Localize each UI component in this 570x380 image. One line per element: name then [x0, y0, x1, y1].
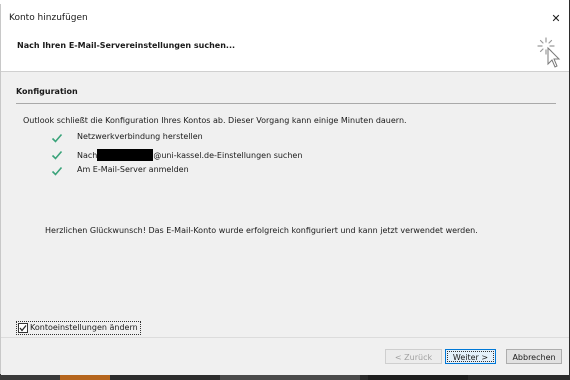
success-message: Herzlichen Glückwunsch! Das E-Mail-Konto…	[45, 226, 478, 235]
close-icon[interactable]: ✕	[547, 11, 565, 27]
checkbox-label: Kontoeinstellungen ändern	[30, 323, 138, 332]
step-label-prefix: Nach	[77, 151, 98, 160]
checkmark-icon	[19, 325, 27, 332]
configuration-panel: Konfiguration Outlook schließt die Konfi…	[1, 72, 569, 337]
next-button[interactable]: Weiter >	[445, 349, 496, 364]
spinner-icon	[537, 37, 561, 68]
header-title: Nach Ihren E-Mail-Servereinstellungen su…	[17, 41, 236, 50]
intro-text: Outlook schließt die Konfiguration Ihres…	[23, 116, 407, 125]
step-label: Nach @uni-kassel.de-Einstellungen suchen	[77, 149, 302, 161]
add-account-dialog: Konto hinzufügen ✕ Nach Ihren E-Mail-Ser…	[0, 4, 569, 375]
button-bar: < Zurück Weiter > Abbrechen	[1, 337, 569, 375]
focus-ring	[447, 351, 494, 362]
section-divider	[16, 103, 556, 104]
check-icon	[51, 150, 63, 160]
redacted-username	[97, 149, 154, 161]
check-icon	[51, 166, 63, 176]
window-title: Konto hinzufügen	[9, 13, 88, 23]
cancel-button[interactable]: Abbrechen	[506, 349, 562, 364]
checkbox-box[interactable]	[18, 323, 28, 333]
check-icon	[51, 133, 63, 143]
change-settings-checkbox[interactable]: Kontoeinstellungen ändern	[16, 321, 141, 335]
step-label: Am E-Mail-Server anmelden	[77, 165, 189, 174]
step-label: Netzwerkverbindung herstellen	[77, 132, 203, 141]
title-bar: Konto hinzufügen ✕	[1, 4, 569, 30]
wizard-header: Nach Ihren E-Mail-Servereinstellungen su…	[1, 30, 569, 72]
section-title: Konfiguration	[16, 87, 78, 96]
step-label-suffix: @uni-kassel.de-Einstellungen suchen	[153, 151, 303, 160]
back-button[interactable]: < Zurück	[385, 349, 442, 364]
